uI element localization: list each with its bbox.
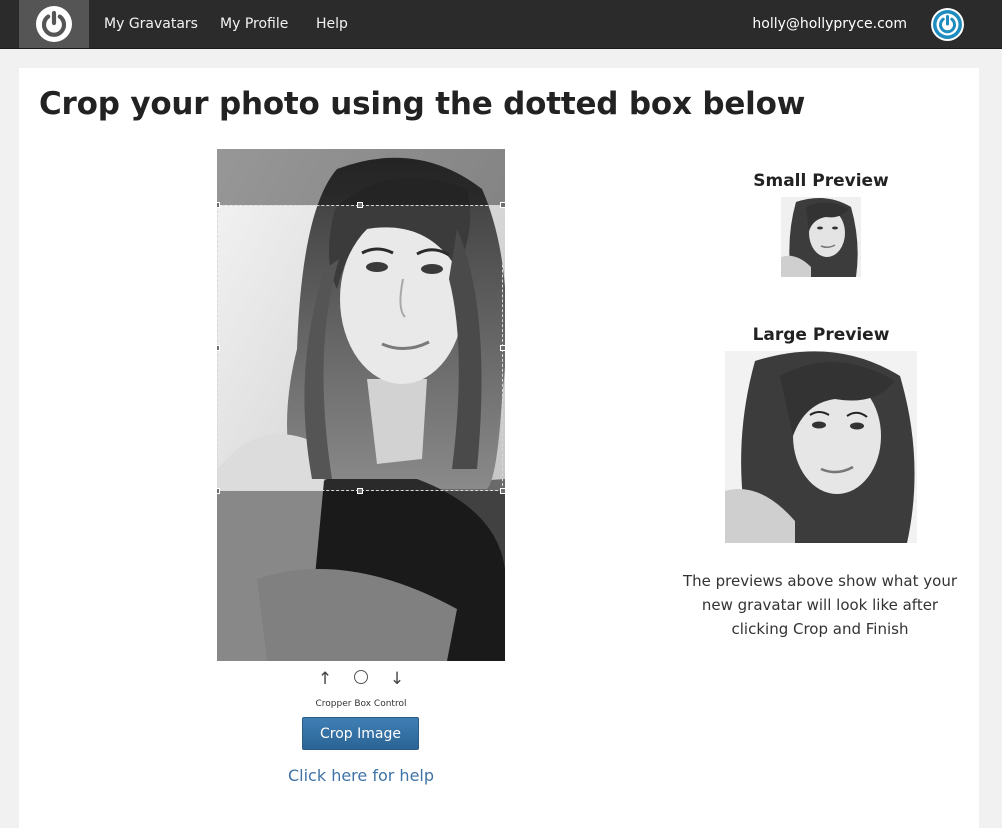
- help-link[interactable]: Click here for help: [217, 766, 505, 785]
- nav-help[interactable]: Help: [316, 0, 348, 48]
- nav-my-gravatars[interactable]: My Gravatars: [104, 0, 198, 48]
- cropper-box-controls: ↑ ↓: [217, 666, 505, 692]
- small-preview-image: [781, 197, 861, 277]
- large-preview-image: [725, 351, 917, 543]
- crop-selection-box[interactable]: [217, 202, 505, 494]
- gravatar-logo-button[interactable]: [19, 0, 89, 48]
- crop-handle-top[interactable]: [357, 202, 363, 208]
- crop-handle-bottom-left[interactable]: [217, 488, 220, 494]
- nav-my-profile[interactable]: My Profile: [220, 0, 288, 48]
- crop-handle-top-left[interactable]: [217, 202, 220, 208]
- arrow-up-icon[interactable]: ↑: [314, 669, 336, 689]
- preview-explanation-text: The previews above show what your new gr…: [682, 572, 958, 638]
- crop-handle-bottom-right[interactable]: [500, 488, 505, 494]
- arrow-down-icon[interactable]: ↓: [386, 669, 408, 689]
- large-preview-photo: [725, 351, 917, 543]
- large-preview-heading: Large Preview: [752, 325, 890, 345]
- content-card: Crop your photo using the dotted box bel…: [19, 68, 979, 828]
- top-navigation-bar: My Gravatars My Profile Help holly@holly…: [0, 0, 1002, 49]
- small-preview-photo: [781, 197, 861, 277]
- crop-handle-left[interactable]: [217, 345, 220, 351]
- small-preview-heading: Small Preview: [753, 171, 889, 191]
- user-email-link[interactable]: holly@hollypryce.com: [752, 0, 907, 48]
- crop-handle-right[interactable]: [500, 345, 505, 351]
- crop-handle-top-right[interactable]: [500, 202, 505, 208]
- cropper-box-control-label: Cropper Box Control: [315, 699, 407, 709]
- gravatar-power-icon: [36, 6, 72, 42]
- photo-cropper[interactable]: [217, 149, 505, 661]
- page-title: Crop your photo using the dotted box bel…: [39, 86, 806, 122]
- crop-image-button[interactable]: Crop Image: [302, 717, 419, 750]
- circle-icon[interactable]: [350, 669, 372, 689]
- crop-handle-bottom[interactable]: [357, 488, 363, 494]
- user-avatar-icon[interactable]: [931, 8, 964, 41]
